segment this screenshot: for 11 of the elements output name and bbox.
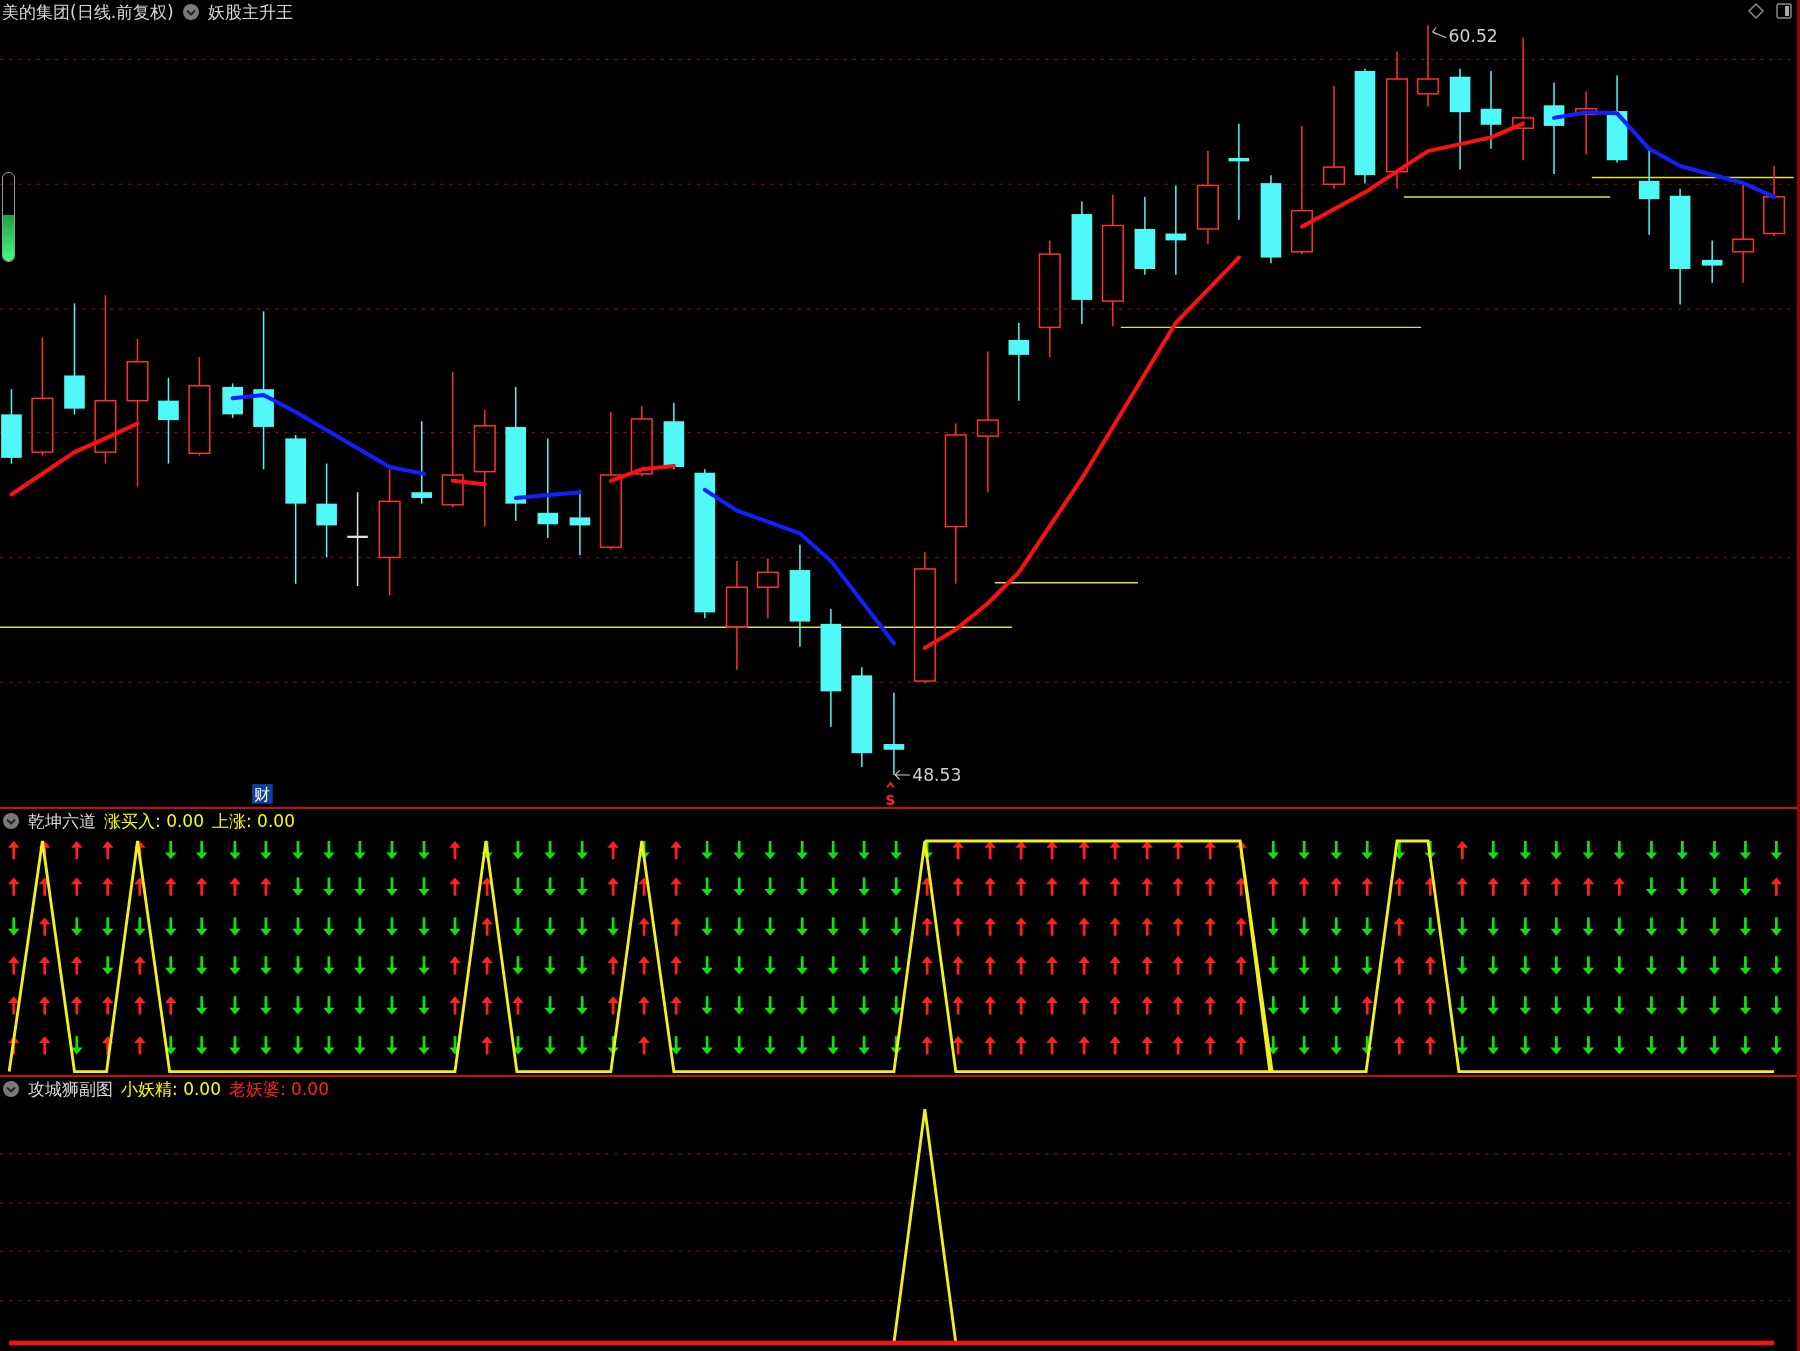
indicator-title: 妖股主升王 (207, 1, 293, 23)
indicator-value: 上涨: 0.00 (212, 810, 295, 832)
finance-badge: 财 (252, 784, 273, 805)
indicator-title: 乾坤六道 (28, 810, 96, 832)
indicator-value: 涨买入: 0.00 (104, 810, 204, 832)
high-price-label: 60.52 (1432, 26, 1498, 47)
low-price-label: 48.53 (894, 764, 962, 785)
indicator-title: 攻城狮副图 (28, 1078, 113, 1100)
indicator-value: 老妖婆: 0.00 (229, 1078, 329, 1100)
stock-title: 美的集团(日线.前复权) (2, 1, 174, 23)
indicator-value: 小妖精: 0.00 (121, 1078, 221, 1100)
